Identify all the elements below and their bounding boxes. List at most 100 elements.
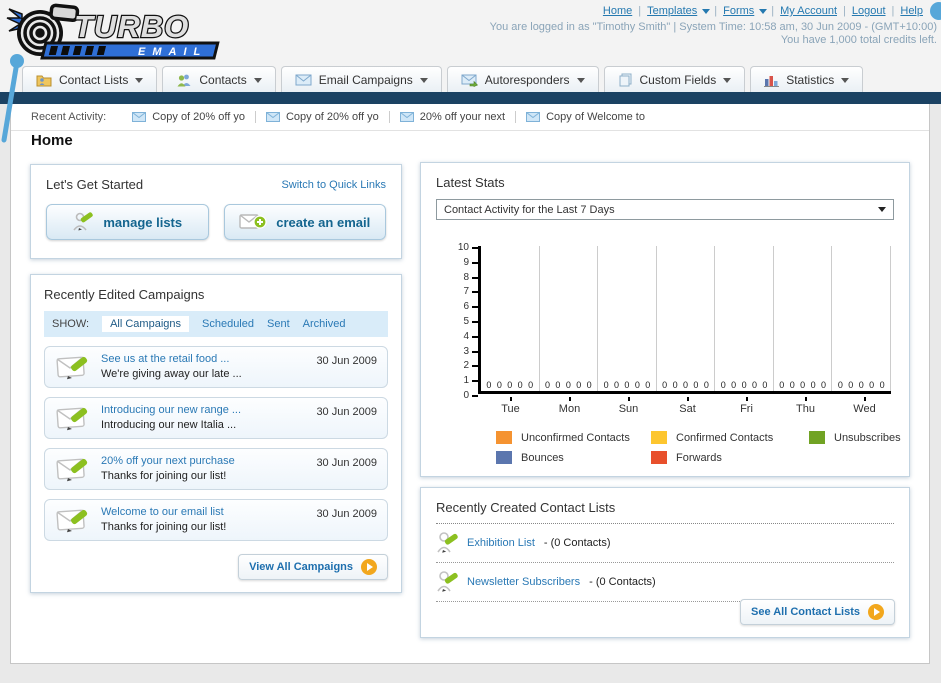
y-tick-label: 8: [463, 271, 469, 283]
chevron-down-icon: [135, 77, 144, 83]
separator: |: [891, 5, 895, 17]
campaign-title-link[interactable]: See us at the retail food ...: [101, 352, 306, 367]
bar-value-label: 0: [720, 380, 726, 390]
contact-lists-title: Recently Created Contact Lists: [436, 500, 616, 515]
main-navigation: Contact Lists Contacts Email Campaigns A…: [22, 66, 864, 93]
turbo-email-logo: TURBO EMAIL: [6, 2, 246, 67]
bar-value-label: 0: [528, 380, 534, 390]
filter-archived[interactable]: Archived: [303, 318, 346, 330]
legend-item: Forwards: [651, 451, 809, 464]
tab-email-campaigns[interactable]: Email Campaigns: [280, 66, 442, 93]
legend-swatch: [496, 451, 512, 464]
bar-value-label: 0: [544, 380, 550, 390]
recent-activity-item[interactable]: Copy of 20% off yo: [122, 111, 256, 123]
legend-swatch: [809, 431, 825, 444]
y-tick-label: 2: [463, 360, 469, 372]
person-pencil-icon: [73, 212, 94, 231]
contact-list-item: Exhibition List - (0 Contacts): [436, 524, 894, 563]
selected-option: Contact Activity for the Last 7 Days: [444, 203, 615, 216]
contact-list-link[interactable]: Exhibition List: [467, 537, 535, 549]
recent-activity-item[interactable]: 20% off your next: [390, 111, 517, 123]
manage-lists-button[interactable]: manage lists: [46, 204, 209, 240]
tab-custom-fields[interactable]: Custom Fields: [603, 66, 746, 93]
tab-contacts[interactable]: Contacts: [162, 66, 276, 93]
envelope-icon: [399, 112, 414, 122]
tab-autoresponders[interactable]: Autoresponders: [446, 66, 599, 93]
recent-activity-item[interactable]: Copy of Welcome to: [516, 111, 655, 123]
activity-text: Copy of 20% off yo: [285, 111, 379, 123]
chart-day-group: 00000: [715, 246, 774, 391]
header-link-my-account[interactable]: My Account: [780, 5, 837, 17]
tab-label: Custom Fields: [639, 73, 717, 87]
bar-value-label: 0: [613, 380, 619, 390]
header-link-logout[interactable]: Logout: [852, 5, 886, 17]
bar-chart-icon: [764, 75, 780, 87]
campaign-row[interactable]: Introducing our new range ... Introducin…: [44, 397, 388, 439]
chevron-down-icon: [702, 8, 711, 14]
view-all-campaigns-button[interactable]: View All Campaigns: [238, 554, 388, 580]
bar-value-label: 0: [800, 380, 806, 390]
stats-period-select[interactable]: Contact Activity for the Last 7 Days: [436, 199, 894, 220]
page-title: Home: [31, 132, 73, 149]
campaign-row[interactable]: Welcome to our email list Thanks for joi…: [44, 499, 388, 541]
bar-value-label: 0: [555, 380, 561, 390]
pages-icon: [619, 73, 632, 87]
button-label: See All Contact Lists: [750, 606, 860, 618]
bar-value-label: 0: [634, 380, 640, 390]
filter-sent[interactable]: Sent: [267, 318, 290, 330]
x-tick-label: Tue: [481, 397, 540, 415]
separator: |: [771, 5, 775, 17]
campaign-title-link[interactable]: Welcome to our email list: [101, 505, 306, 520]
bar-value-label: 0: [682, 380, 688, 390]
bar-value-label: 0: [662, 380, 668, 390]
campaign-subtitle: Introducing our new Italia ...: [101, 419, 237, 431]
x-tick-label: Thu: [776, 397, 835, 415]
logo-word-turbo: TURBO: [74, 9, 189, 44]
tab-label: Statistics: [786, 73, 835, 87]
envelope-pencil-icon: [56, 406, 88, 430]
see-all-contact-lists-button[interactable]: See All Contact Lists: [739, 599, 895, 625]
separator: |: [638, 5, 642, 17]
header-link-home[interactable]: Home: [603, 5, 632, 17]
turbo-logo-graphic: TURBO EMAIL: [6, 3, 220, 60]
campaign-date: 30 Jun 2009: [316, 508, 377, 520]
bar-value-label: 0: [517, 380, 523, 390]
recent-activity-item[interactable]: Copy of 20% off yo: [256, 111, 390, 123]
bar-value-label: 0: [741, 380, 747, 390]
campaign-row[interactable]: See us at the retail food ... We're givi…: [44, 346, 388, 388]
header-link-forms[interactable]: Forms: [723, 5, 754, 17]
header-link-templates[interactable]: Templates: [647, 5, 697, 17]
bar-value-label: 0: [703, 380, 709, 390]
envelope-icon: [132, 112, 147, 122]
bar-value-label: 0: [586, 380, 592, 390]
bar-value-label: 0: [565, 380, 571, 390]
contact-list-link[interactable]: Newsletter Subscribers: [467, 576, 580, 588]
envelope-pencil-icon: [56, 355, 88, 379]
tab-label: Contact Lists: [59, 73, 129, 87]
contacts-icon: [177, 74, 191, 87]
filter-scheduled[interactable]: Scheduled: [202, 318, 254, 330]
y-tick-label: 6: [463, 301, 469, 313]
tab-statistics[interactable]: Statistics: [750, 66, 864, 93]
chevron-down-icon: [841, 77, 850, 83]
bar-value-label: 0: [762, 380, 768, 390]
filter-all-campaigns[interactable]: All Campaigns: [102, 316, 189, 332]
legend-swatch: [651, 451, 667, 464]
contact-activity-chart: 0 1 2 3 4 5 6 7 8 9 10 000000000000000000000000000…: [450, 242, 901, 464]
y-tick-label: 7: [463, 286, 469, 298]
campaign-title-link[interactable]: Introducing our new range ...: [101, 403, 306, 418]
create-email-button[interactable]: create an email: [223, 204, 386, 240]
header-link-help[interactable]: Help: [900, 5, 923, 17]
bar-value-label: 0: [624, 380, 630, 390]
bar-value-label: 0: [751, 380, 757, 390]
separator: |: [843, 5, 846, 17]
bar-value-label: 0: [858, 380, 864, 390]
bar-value-label: 0: [603, 380, 609, 390]
campaign-row[interactable]: 20% off your next purchase Thanks for jo…: [44, 448, 388, 490]
campaign-title-link[interactable]: 20% off your next purchase: [101, 454, 306, 469]
bar-value-label: 0: [507, 380, 513, 390]
button-label: create an email: [276, 214, 371, 230]
switch-quick-links[interactable]: Switch to Quick Links: [281, 179, 386, 191]
tab-label: Contacts: [199, 73, 247, 87]
tab-contact-lists[interactable]: Contact Lists: [22, 66, 158, 93]
